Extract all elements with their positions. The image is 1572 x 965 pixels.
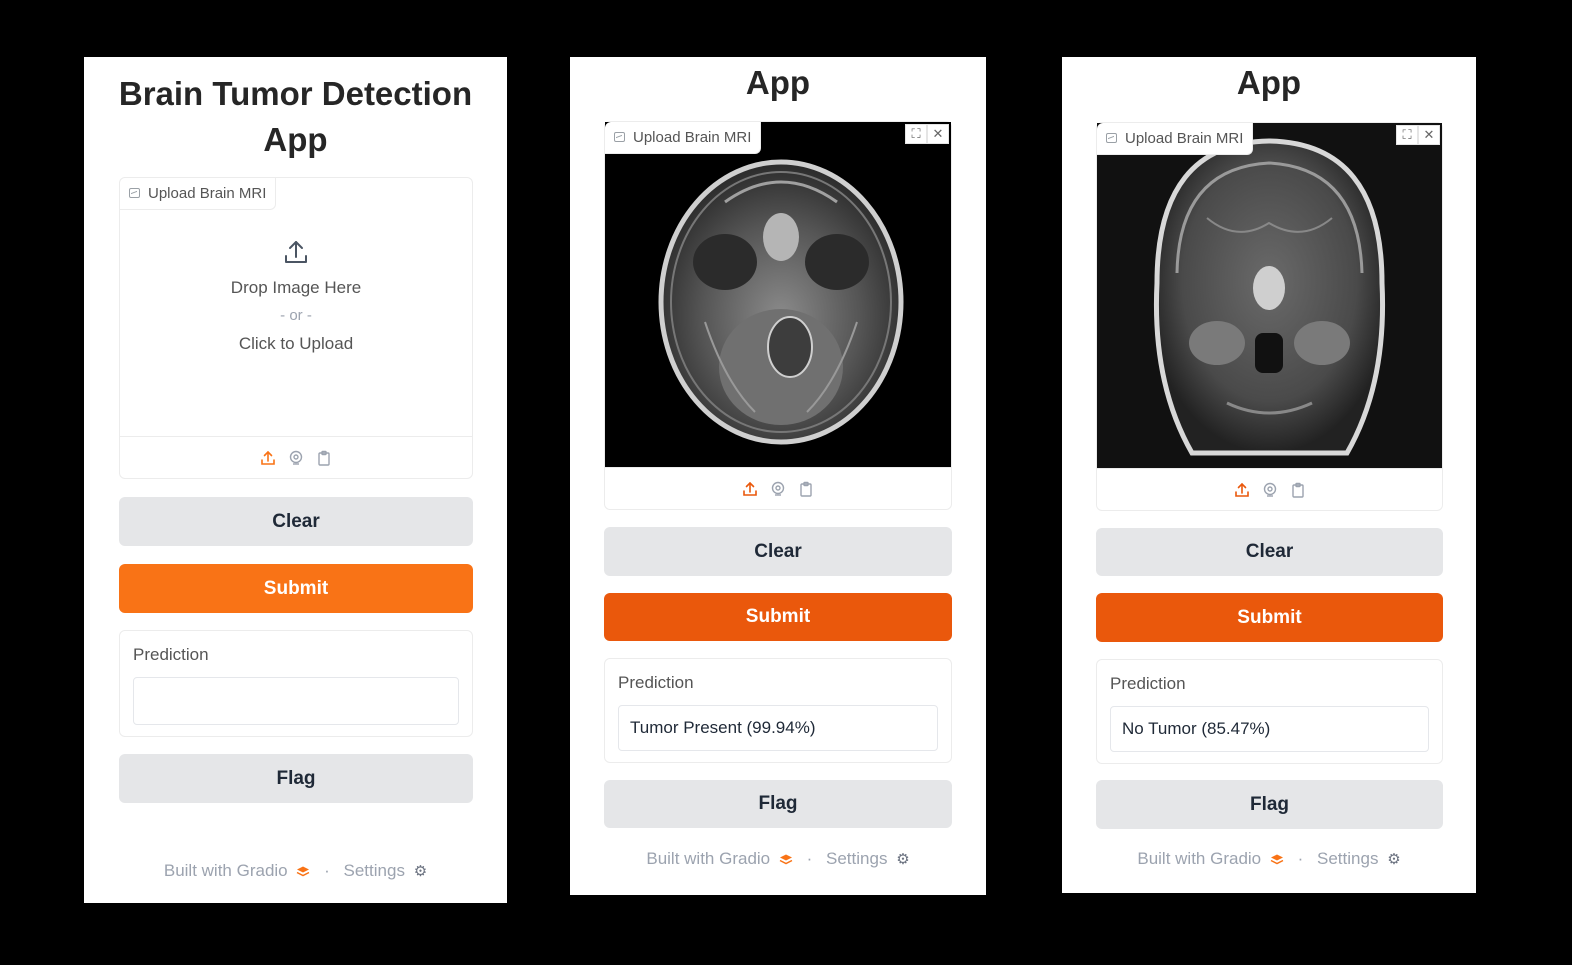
image-label: Upload Brain MRI <box>120 178 277 210</box>
clipboard-icon[interactable] <box>316 450 332 466</box>
built-with-gradio-link[interactable]: Built with Gradio <box>646 849 770 868</box>
settings-link[interactable]: Settings <box>344 861 405 880</box>
flag-button[interactable]: Flag <box>1096 780 1443 829</box>
mri-coronal-picture <box>1097 123 1442 469</box>
footer-separator: · <box>324 861 330 880</box>
source-selector <box>605 467 951 509</box>
prediction-label: Prediction <box>133 645 209 664</box>
image-upload-box[interactable]: Upload Brain MRI ⛶ ✕ <box>604 121 952 510</box>
fullscreen-icon[interactable]: ⛶ <box>1396 125 1418 145</box>
source-selector <box>120 436 472 478</box>
app-panel-empty: Brain Tumor Detection App Upload Brain M… <box>84 57 507 903</box>
fullscreen-icon[interactable]: ⛶ <box>905 124 927 144</box>
prediction-field[interactable] <box>133 677 459 725</box>
gradio-logo-icon <box>297 866 310 877</box>
footer: Built with Gradio · Settings ⚙ <box>570 849 986 869</box>
close-icon[interactable]: ✕ <box>1418 125 1440 145</box>
prediction-box: Prediction <box>119 630 473 737</box>
upload-icon[interactable] <box>742 481 758 497</box>
clipboard-icon[interactable] <box>1290 482 1306 498</box>
image-upload-box[interactable]: Upload Brain MRI Drop Image Here - or - … <box>119 177 473 479</box>
gear-icon[interactable]: ⚙ <box>896 850 909 868</box>
prediction-label: Prediction <box>1110 674 1186 693</box>
gear-icon[interactable]: ⚙ <box>414 862 427 880</box>
mri-image-axial <box>605 122 951 467</box>
submit-button[interactable]: Submit <box>1096 593 1443 642</box>
built-with-gradio-link[interactable]: Built with Gradio <box>1137 849 1261 868</box>
clipboard-icon[interactable] <box>798 481 814 497</box>
webcam-icon[interactable] <box>770 481 786 497</box>
page-title: App <box>1236 64 1302 101</box>
gear-icon[interactable]: ⚙ <box>1387 850 1400 868</box>
upload-icon <box>285 241 307 263</box>
prediction-box: Prediction Tumor Present (99.94%) <box>604 658 952 763</box>
page-title: Brain Tumor Detection App <box>118 75 473 158</box>
footer-separator: · <box>1297 849 1304 868</box>
gradio-logo-icon <box>1270 854 1284 865</box>
prediction-field[interactable]: No Tumor (85.47%) <box>1110 706 1429 752</box>
footer: Built with Gradio · Settings ⚙ <box>1062 849 1476 869</box>
flag-button[interactable]: Flag <box>604 780 952 828</box>
image-icon <box>614 132 625 142</box>
app-panel-tumor: App Upload Brain MRI ⛶ ✕ Clear Submit Pr… <box>570 57 986 895</box>
footer: Built with Gradio · Settings ⚙ <box>84 861 507 881</box>
source-selector <box>1097 468 1442 510</box>
prediction-label: Prediction <box>618 673 694 692</box>
prediction-field[interactable]: Tumor Present (99.94%) <box>618 705 938 751</box>
image-toolbar: ⛶ ✕ <box>905 124 949 144</box>
submit-button[interactable]: Submit <box>604 593 952 641</box>
prediction-box: Prediction No Tumor (85.47%) <box>1096 659 1443 764</box>
gradio-logo-icon <box>779 854 793 865</box>
close-icon[interactable]: ✕ <box>927 124 949 144</box>
flag-button[interactable]: Flag <box>119 754 473 803</box>
footer-separator: · <box>806 849 813 868</box>
clear-button[interactable]: Clear <box>1096 528 1443 576</box>
or-text: - or - <box>280 307 312 324</box>
image-label: Upload Brain MRI <box>1097 123 1254 155</box>
clear-button[interactable]: Clear <box>604 527 952 576</box>
built-with-gradio-link[interactable]: Built with Gradio <box>164 861 288 880</box>
settings-link[interactable]: Settings <box>826 849 887 868</box>
image-upload-box[interactable]: Upload Brain MRI ⛶ ✕ <box>1096 122 1443 511</box>
image-label: Upload Brain MRI <box>605 122 762 154</box>
upload-icon[interactable] <box>260 450 276 466</box>
app-panel-no-tumor: App Upload Brain MRI ⛶ ✕ Clear Submit Pr… <box>1062 57 1476 893</box>
click-to-upload-text: Click to Upload <box>238 334 354 353</box>
image-toolbar: ⛶ ✕ <box>1396 125 1440 145</box>
image-icon <box>1106 133 1117 143</box>
webcam-icon[interactable] <box>1262 482 1278 498</box>
webcam-icon[interactable] <box>288 450 304 466</box>
image-icon <box>129 188 140 198</box>
image-label-text: Upload Brain MRI <box>633 129 752 146</box>
submit-button[interactable]: Submit <box>119 564 473 613</box>
upload-icon[interactable] <box>1234 482 1250 498</box>
clear-button[interactable]: Clear <box>119 497 473 546</box>
mri-image-coronal <box>1097 123 1442 469</box>
image-label-text: Upload Brain MRI <box>148 185 267 202</box>
mri-axial-picture <box>605 122 951 467</box>
image-label-text: Upload Brain MRI <box>1125 130 1244 147</box>
settings-link[interactable]: Settings <box>1317 849 1378 868</box>
drop-zone[interactable]: Drop Image Here - or - Click to Upload <box>120 238 472 358</box>
drop-text: Drop Image Here <box>230 278 362 297</box>
page-title: App <box>745 64 811 101</box>
